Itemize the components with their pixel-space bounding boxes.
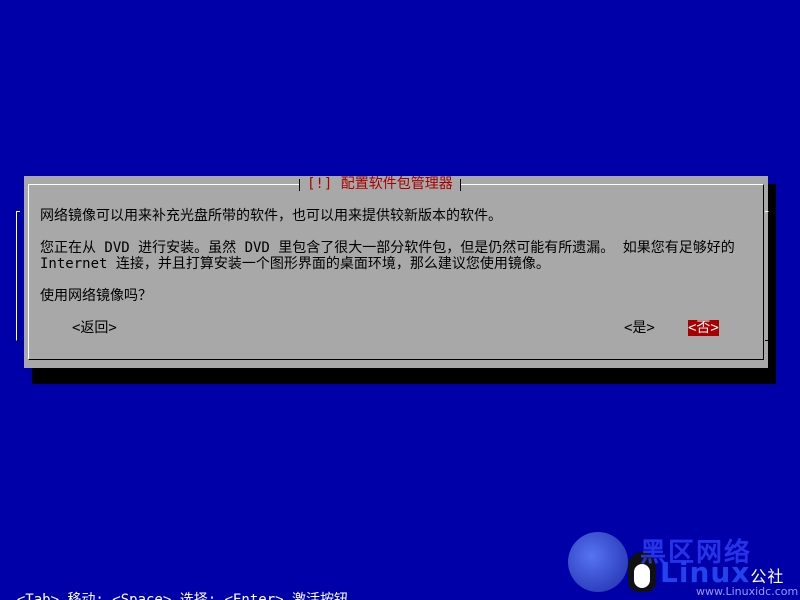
watermark: 黑区网络 Linux公社 www.Linuxidc.com <box>568 530 800 600</box>
key-help-text: <Tab> 移动; <Space> 选择; <Enter> 激活按钮 <box>16 592 349 600</box>
back-button[interactable]: <返回> <box>72 320 117 336</box>
mushroom-logo-icon <box>568 532 628 592</box>
watermark-url: www.Linuxidc.com <box>696 585 799 598</box>
dialog-title: [!] 配置软件包管理器 <box>299 176 461 192</box>
key-help-bar: <Tab> 移动; <Space> 选择; <Enter> 激活按钮 <box>0 576 348 600</box>
config-dialog: [!] 配置软件包管理器 <box>24 176 768 368</box>
yes-button[interactable]: <是> <box>624 320 655 336</box>
dialog-right-edge <box>765 211 769 341</box>
dialog-question: 使用网络镜像吗？ <box>40 288 152 304</box>
watermark-brand-suffix: 公社 <box>750 567 785 586</box>
no-button[interactable]: <否> <box>688 320 719 336</box>
dialog-paragraph-1: 网络镜像可以用来补充光盘所带的软件，也可以用来提供较新版本的软件。 <box>40 208 502 224</box>
dialog-paragraph-2: 您正在从 DVD 进行安装。虽然 DVD 里包含了很大一部分软件包，但是仍然可能… <box>40 240 744 272</box>
dialog-left-edge <box>16 211 20 341</box>
